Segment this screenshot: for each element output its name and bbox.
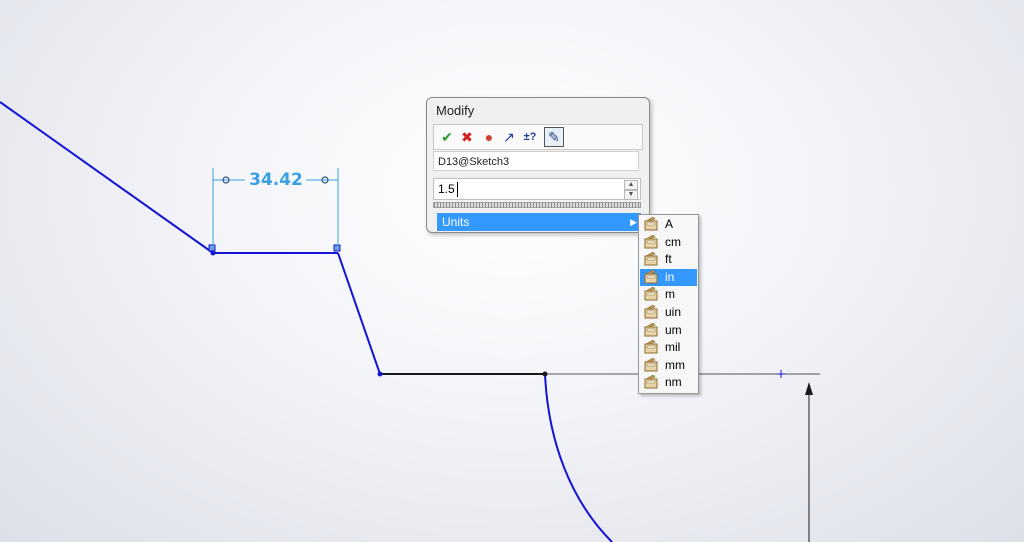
unit-label: cm — [665, 234, 681, 249]
unit-option-uin[interactable]: uin — [640, 304, 697, 321]
mark-for-drawing-icon[interactable]: ✎ — [544, 127, 564, 147]
cancel-x-icon[interactable]: ✖ — [458, 128, 476, 146]
unit-icon — [644, 269, 658, 284]
tolerance-icon[interactable]: ±? — [521, 128, 539, 146]
unit-option-nm[interactable]: nm — [640, 374, 697, 391]
units-label: Units — [442, 215, 470, 229]
rebuild-traffic-light-icon[interactable]: ● — [480, 128, 498, 146]
dimension-value-input[interactable]: 1.5 ▲ ▼ — [433, 178, 641, 200]
unit-icon — [644, 251, 658, 266]
sketch-point — [542, 371, 548, 377]
ok-check-icon[interactable]: ✔ — [438, 128, 456, 146]
unit-label: um — [665, 322, 682, 337]
unit-option-mil[interactable]: mil — [640, 339, 697, 356]
submenu-arrow-icon: ▶ — [630, 217, 637, 227]
sketch-line-diagonal — [0, 101, 214, 254]
unit-icon — [644, 322, 658, 337]
spin-up-icon[interactable]: ▲ — [624, 180, 638, 190]
unit-option-m[interactable]: m — [640, 286, 697, 303]
unit-icon — [644, 339, 658, 354]
sketch-arc — [544, 373, 613, 542]
unit-label: mm — [665, 357, 685, 372]
sketch-point-endpoint — [333, 244, 341, 252]
sketch-geometry[interactable] — [0, 0, 1024, 542]
unit-label: mil — [665, 340, 681, 355]
value-text: 1.5 — [438, 182, 455, 196]
unit-option-cm[interactable]: cm — [640, 234, 697, 251]
unit-icon — [644, 216, 658, 231]
unit-option-in[interactable]: in — [640, 268, 697, 286]
spin-down-icon[interactable]: ▼ — [624, 190, 638, 200]
reverse-dimension-icon[interactable]: ↗ — [500, 128, 518, 146]
unit-label: uin — [665, 305, 682, 319]
text-caret — [457, 182, 458, 197]
modify-dialog: Modify ✔ ✖ ● ↗ ±? ✎ D13@Sketch3 1.5 ▲ ▼ … — [426, 97, 650, 233]
sketch-point-endpoint — [208, 244, 216, 252]
arrowhead — [805, 382, 813, 395]
unit-label: in — [665, 269, 675, 284]
unit-option-um[interactable]: um — [640, 322, 697, 339]
units-menu-item[interactable]: Units ▶ — [437, 213, 641, 231]
dialog-toolbar: ✔ ✖ ● ↗ ±? ✎ — [433, 124, 643, 150]
graphics-area[interactable]: 34.42 Modify ✔ ✖ ● ↗ ±? ✎ D13@Sketch3 1.… — [0, 0, 1024, 542]
unit-icon — [644, 234, 658, 249]
unit-icon — [644, 357, 658, 372]
sketch-point — [377, 371, 383, 377]
dimension-name-field: D13@Sketch3 — [433, 151, 639, 171]
unit-label: m — [665, 287, 675, 302]
unit-option-mm[interactable]: mm — [640, 357, 697, 374]
thumbwheel-slider[interactable] — [433, 202, 641, 208]
sketch-line-slope — [337, 252, 381, 375]
unit-label: ft — [665, 252, 672, 267]
dimension-value-label[interactable]: 34.42 — [244, 170, 308, 190]
units-submenu: Acm ft in m uin um mil mm nm — [638, 214, 699, 394]
unit-label: A — [665, 217, 674, 231]
unit-icon — [644, 304, 658, 319]
dialog-title: Modify — [436, 103, 475, 118]
unit-option-ft[interactable]: ft — [640, 251, 697, 268]
unit-option-A[interactable]: A — [640, 216, 697, 233]
unit-icon — [644, 287, 658, 301]
unit-label: nm — [665, 375, 682, 390]
unit-icon — [644, 375, 658, 389]
